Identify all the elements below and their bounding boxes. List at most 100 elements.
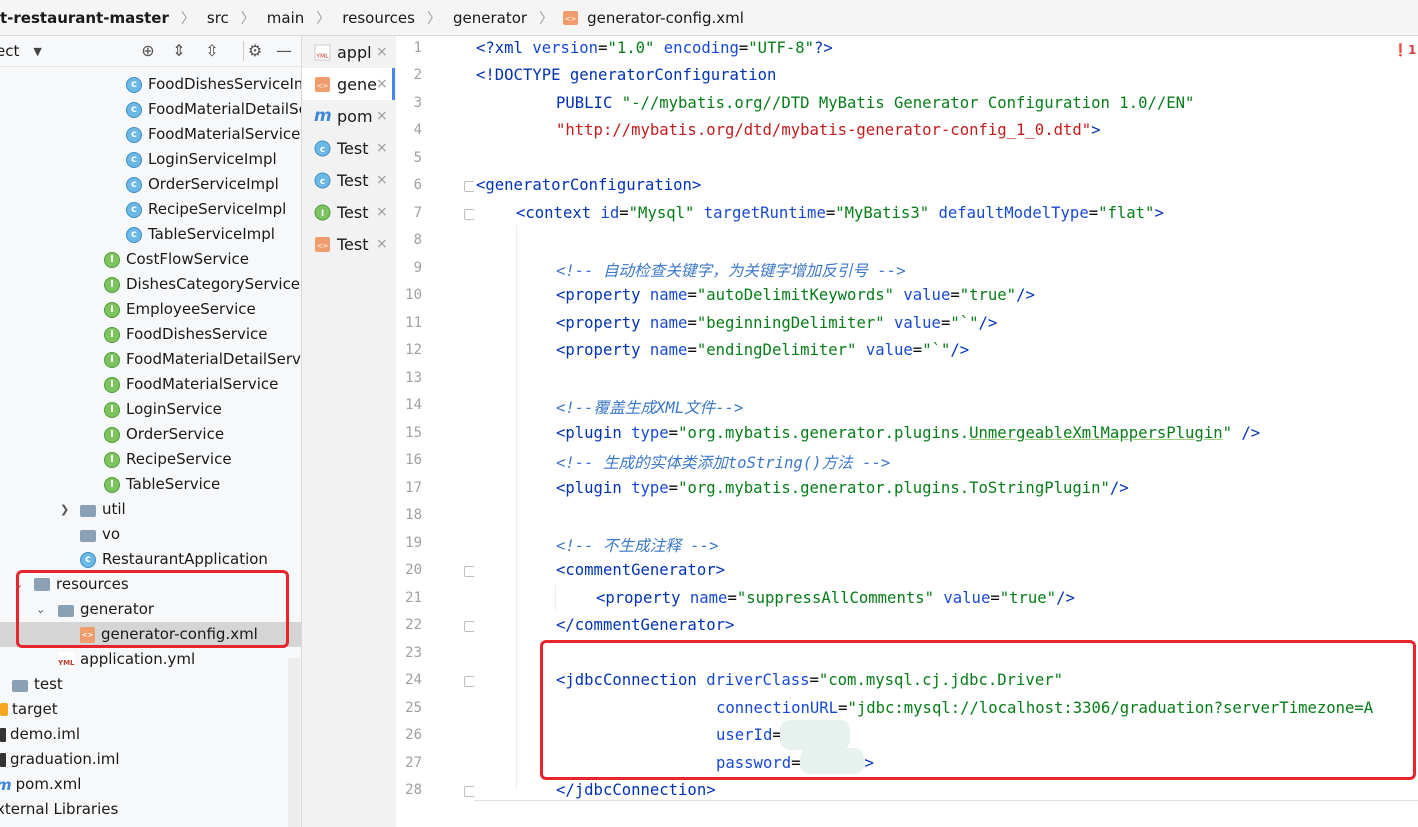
tree-item[interactable]: I RecipeService — [0, 447, 301, 472]
tree-item[interactable]: I OrderService — [0, 422, 301, 447]
chevron-right-icon: 〉 — [240, 10, 255, 27]
tree-item[interactable]: c RestaurantApplication — [0, 547, 301, 572]
tree-item[interactable]: I LoginService — [0, 397, 301, 422]
folder-icon — [80, 504, 96, 517]
tab-application-yml[interactable]: YML appl × — [302, 36, 395, 68]
tab-generator-config[interactable]: <> gene × — [302, 68, 395, 100]
line-number: 6 — [413, 177, 422, 193]
breadcrumb-main[interactable]: main — [265, 9, 306, 27]
tree-item[interactable]: I CostFlowService — [0, 247, 301, 272]
tree-item-label: FoodMaterialService — [126, 375, 279, 393]
chevron-right-icon[interactable]: ❯ — [60, 497, 69, 522]
collapse-all-icon[interactable]: ⇳ — [202, 41, 222, 61]
tree-item[interactable]: c TableServiceImpl — [0, 222, 301, 247]
line-number: 8 — [413, 232, 422, 248]
tree-item[interactable]: graduation.iml — [0, 747, 301, 772]
close-icon[interactable]: × — [376, 44, 388, 60]
class-icon: c — [126, 101, 142, 118]
tree-item[interactable]: YML application.yml — [0, 647, 301, 672]
chevron-right-icon: 〉 — [539, 10, 554, 27]
chevron-right-icon: 〉 — [426, 10, 441, 27]
breadcrumb-generator[interactable]: generator — [451, 9, 529, 27]
line-number: 12 — [405, 342, 422, 358]
crosshair-icon[interactable]: ⊕ — [138, 41, 158, 61]
code-line: <commentGenerator> — [556, 561, 725, 579]
expand-all-icon[interactable]: ⇕ — [169, 41, 189, 61]
tree-item[interactable]: demo.iml — [0, 722, 301, 747]
line-number: 24 — [405, 672, 422, 688]
minimize-icon[interactable]: — — [274, 41, 294, 61]
code-line: PUBLIC "-//mybatis.org//DTD MyBatis Gene… — [556, 94, 1195, 112]
tree-item[interactable]: I TableService — [0, 472, 301, 497]
chevron-right-icon: 〉 — [316, 10, 331, 27]
tree-item-label: application.yml — [80, 650, 196, 668]
tree-item[interactable]: c RecipeServiceImpl — [0, 197, 301, 222]
tree-item[interactable]: I DishesCategoryService — [0, 272, 301, 297]
error-badge[interactable]: ❗1 — [1393, 43, 1416, 57]
interface-icon: I — [104, 251, 120, 268]
svg-text:<>: <> — [565, 15, 577, 23]
tab-test-4[interactable]: <> Test × — [302, 228, 395, 260]
tree-item-label: util — [102, 500, 126, 518]
line-number: 4 — [413, 122, 422, 138]
line-number: 15 — [405, 425, 422, 441]
project-panel: ect ▼ ⊕ ⇕ ⇳ ⚙ — cFoodDishesServiceIm cFo… — [0, 36, 302, 827]
code-line: <context id="Mysql" targetRuntime="MyBat… — [516, 204, 1164, 222]
breadcrumb-resources[interactable]: resources — [340, 9, 417, 27]
class-icon: c — [126, 151, 142, 168]
interface-icon: I — [314, 204, 331, 221]
tree-item[interactable]: I FoodMaterialService — [0, 372, 301, 397]
tree-item[interactable]: I FoodMaterialDetailServi — [0, 347, 301, 372]
scrollbar[interactable] — [288, 658, 300, 827]
tree-item[interactable]: test — [0, 672, 301, 697]
svg-text:I: I — [321, 209, 324, 219]
chevron-down-icon[interactable]: ▼ — [33, 45, 41, 58]
close-icon[interactable]: × — [376, 108, 388, 124]
tree-item[interactable]: c FoodDishesServiceIm — [0, 72, 301, 97]
tree-item-label: EmployeeService — [126, 300, 256, 318]
tree-item[interactable]: ❯ util — [0, 497, 301, 522]
tree-item[interactable]: target — [0, 697, 301, 722]
line-number: 9 — [413, 260, 422, 276]
class-icon: c — [126, 76, 142, 93]
close-icon[interactable]: × — [376, 76, 388, 92]
tree-item-label: LoginServiceImpl — [148, 150, 277, 168]
line-number: 25 — [405, 700, 422, 716]
breadcrumb-file[interactable]: generator-config.xml — [585, 9, 746, 27]
tree-item[interactable]: c OrderServiceImpl — [0, 172, 301, 197]
breadcrumb-project[interactable]: t-restaurant-master — [0, 9, 171, 27]
tree-item-label: target — [12, 700, 58, 718]
close-icon[interactable]: × — [376, 140, 388, 156]
project-toolbar: ect ▼ ⊕ ⇕ ⇳ ⚙ — — [0, 36, 301, 67]
breadcrumb-src[interactable]: src — [205, 9, 231, 27]
line-number: 2 — [413, 67, 422, 83]
tree-item[interactable]: c FoodMaterialDetailSe — [0, 97, 301, 122]
tree-item[interactable]: c LoginServiceImpl — [0, 147, 301, 172]
tree-item-label: CostFlowService — [126, 250, 250, 268]
tab-label: appl — [337, 42, 372, 62]
line-number: 3 — [413, 95, 422, 111]
tree-item-label: graduation.iml — [10, 750, 120, 768]
close-icon[interactable]: × — [376, 236, 388, 252]
gear-icon[interactable]: ⚙ — [243, 41, 266, 61]
interface-icon: I — [104, 326, 120, 343]
line-number: 11 — [405, 315, 422, 331]
tab-pom[interactable]: m pom × — [302, 100, 395, 132]
maven-icon: m — [314, 105, 332, 126]
tree-item[interactable]: I FoodDishesService — [0, 322, 301, 347]
tree-item[interactable]: c FoodMaterialServiceI — [0, 122, 301, 147]
svg-text:<>: <> — [317, 242, 329, 250]
tree-item[interactable]: xternal Libraries — [0, 797, 301, 822]
close-icon[interactable]: × — [376, 204, 388, 220]
tab-test-3[interactable]: I Test × — [302, 196, 395, 228]
tab-test-1[interactable]: c Test × — [302, 132, 395, 164]
xml-file-icon: <> — [314, 76, 331, 93]
tab-test-2[interactable]: c Test × — [302, 164, 395, 196]
tree-item[interactable]: vo — [0, 522, 301, 547]
code-line: <!DOCTYPE generatorConfiguration — [476, 66, 777, 84]
close-icon[interactable]: × — [376, 172, 388, 188]
project-view-selector[interactable]: ect — [0, 42, 19, 60]
tree-item[interactable]: mpom.xml — [0, 772, 301, 797]
yml-file-icon: YML — [314, 44, 331, 61]
tree-item[interactable]: I EmployeeService — [0, 297, 301, 322]
